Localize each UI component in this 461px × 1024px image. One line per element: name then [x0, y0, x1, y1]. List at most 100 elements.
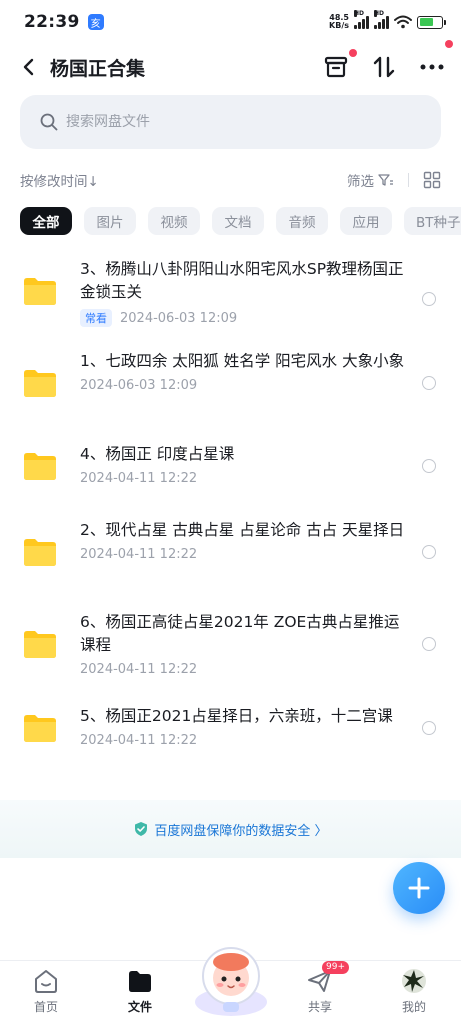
- select-radio[interactable]: [422, 459, 436, 473]
- file-meta: 2024-06-03 12:09: [80, 378, 410, 393]
- file-date: 2024-04-11 12:22: [80, 662, 198, 677]
- search-icon: [40, 113, 58, 131]
- nav-home[interactable]: 首页: [16, 967, 76, 1015]
- file-meta: 2024-04-11 12:22: [80, 662, 410, 677]
- sort-row: 按修改时间↓ 筛选: [20, 168, 441, 192]
- folder-row[interactable]: 3、杨腾山八卦阴阳山水阳宅风水SP教理杨国正金锁玉关 常看 2024-06-03…: [0, 258, 461, 338]
- nav-share[interactable]: 99+ 共享: [290, 961, 350, 1015]
- frequent-tag: 常看: [80, 309, 112, 327]
- file-name: 5、杨国正2021占星择日，六亲班，十二宫课: [80, 707, 393, 725]
- notification-dot: [445, 40, 453, 48]
- home-face-icon: [35, 970, 57, 993]
- header: 杨国正合集: [0, 40, 461, 90]
- category-chips: 全部 图片 视频 文档 音频 应用 BT种子: [20, 207, 461, 235]
- file-date: 2024-04-11 12:22: [80, 471, 198, 486]
- folder-row[interactable]: 2、现代占星 古典占星 占星论命 古占 天星择日 2024-04-11 12:2…: [0, 519, 461, 589]
- status-indicators: 48.5 KB/s HD HD: [329, 10, 446, 30]
- file-info: 2、现代占星 古典占星 占星论命 古占 天星择日 2024-04-11 12:2…: [80, 519, 410, 562]
- sort-controls: 筛选: [347, 170, 441, 190]
- file-info: 6、杨国正高徒占星2021年 ZOE古典占星推运课程 2024-04-11 12…: [80, 611, 410, 677]
- nav-files[interactable]: 文件: [110, 967, 170, 1015]
- nav-me[interactable]: 我的: [384, 967, 444, 1015]
- folder-row[interactable]: 1、七政四余 太阳狐 姓名学 阳宅风水 大象小象 2024-06-03 12:0…: [0, 350, 461, 420]
- file-name: 4、杨国正 印度占星课: [80, 445, 235, 463]
- file-meta: 2024-04-11 12:22: [80, 733, 410, 748]
- grid-view-icon[interactable]: [423, 171, 441, 189]
- folder-icon: [24, 715, 56, 742]
- file-meta: 2024-04-11 12:22: [80, 547, 410, 562]
- battery-icon: [417, 15, 446, 29]
- chip-videos[interactable]: 视频: [148, 207, 200, 235]
- wifi-icon: [394, 15, 412, 29]
- plus-icon: [408, 877, 430, 899]
- select-radio[interactable]: [422, 545, 436, 559]
- file-meta: 常看 2024-06-03 12:09: [80, 309, 410, 327]
- folder-icon: [24, 539, 56, 566]
- filter-funnel-icon: [378, 174, 393, 186]
- avatar: [402, 969, 426, 993]
- network-speed: 48.5 KB/s: [329, 14, 349, 30]
- filter-label: 筛选: [347, 174, 374, 190]
- share-badge: 99+: [322, 961, 349, 974]
- folder-icon: [24, 453, 56, 480]
- file-date: 2024-06-03 12:09: [80, 378, 198, 393]
- more-dots-icon: [420, 64, 444, 70]
- file-name: 6、杨国正高徒占星2021年 ZOE古典占星推运课程: [80, 613, 400, 654]
- file-date: 2024-06-03 12:09: [120, 310, 238, 326]
- status-bar: 22:39 亥 48.5 KB/s HD HD: [0, 0, 461, 44]
- hd-label: HD: [354, 10, 365, 17]
- shield-icon: [135, 822, 148, 836]
- select-radio[interactable]: [422, 376, 436, 390]
- file-name: 1、七政四余 太阳狐 姓名学 阳宅风水 大象小象: [80, 352, 405, 370]
- folder-icon: [24, 631, 56, 658]
- select-radio[interactable]: [422, 637, 436, 651]
- file-info: 1、七政四余 太阳狐 姓名学 阳宅风水 大象小象 2024-06-03 12:0…: [80, 350, 410, 393]
- chip-documents[interactable]: 文档: [212, 207, 264, 235]
- folder-row[interactable]: 6、杨国正高徒占星2021年 ZOE古典占星推运课程 2024-04-11 12…: [0, 611, 461, 681]
- back-button[interactable]: [18, 57, 38, 77]
- archive-box-icon: [324, 56, 348, 78]
- file-info: 4、杨国正 印度占星课 2024-04-11 12:22: [80, 443, 410, 486]
- folder-row[interactable]: 5、杨国正2021占星择日，六亲班，十二宫课 2024-04-11 12:22: [0, 705, 461, 755]
- share-icon-wrap: 99+: [306, 961, 349, 995]
- archive-button[interactable]: [323, 49, 357, 80]
- folder-icon: [24, 370, 56, 397]
- file-info: 5、杨国正2021占星择日，六亲班，十二宫课 2024-04-11 12:22: [80, 705, 410, 748]
- data-security-banner[interactable]: 百度网盘保障你的数据安全 〉: [0, 800, 461, 858]
- more-options-button[interactable]: [419, 40, 453, 80]
- search-input[interactable]: [66, 114, 386, 130]
- chip-bt-torrents[interactable]: BT种子: [404, 207, 461, 235]
- search-bar[interactable]: [20, 95, 441, 149]
- select-radio[interactable]: [422, 721, 436, 735]
- folder-row[interactable]: 4、杨国正 印度占星课 2024-04-11 12:22: [0, 443, 461, 493]
- sort-by-modified-time[interactable]: 按修改时间↓: [20, 170, 99, 190]
- cellular-signal-icon-2: HD: [374, 10, 389, 29]
- sort-order-button[interactable]: [371, 54, 397, 80]
- cellular-signal-icon-1: HD: [354, 10, 369, 29]
- header-actions: [323, 40, 453, 80]
- page-title: 杨国正合集: [50, 57, 146, 80]
- hd-label: HD: [374, 10, 385, 17]
- chip-all[interactable]: 全部: [20, 207, 72, 235]
- chip-images[interactable]: 图片: [84, 207, 136, 235]
- baidu-app-icon: 亥: [87, 14, 104, 30]
- security-text: 百度网盘保障你的数据安全 〉: [154, 823, 328, 839]
- divider: [408, 173, 409, 187]
- nav-home-label: 首页: [33, 1000, 58, 1014]
- nav-me-label: 我的: [401, 1000, 426, 1014]
- mascot-assistant-icon[interactable]: [190, 942, 272, 1018]
- sort-arrows-icon: [373, 56, 395, 78]
- select-radio[interactable]: [422, 292, 436, 306]
- file-name: 2、现代占星 古典占星 占星论命 古占 天星择日: [80, 521, 405, 539]
- status-time: 22:39: [24, 12, 80, 32]
- file-meta: 2024-04-11 12:22: [80, 471, 410, 486]
- add-button[interactable]: [393, 862, 445, 914]
- nav-share-label: 共享: [307, 1000, 332, 1014]
- chevron-left-icon: [23, 58, 34, 76]
- filter-button[interactable]: 筛选: [347, 170, 394, 190]
- network-speed-unit: KB/s: [329, 21, 349, 30]
- file-date: 2024-04-11 12:22: [80, 547, 198, 562]
- chip-audio[interactable]: 音频: [276, 207, 328, 235]
- chip-apps[interactable]: 应用: [340, 207, 392, 235]
- file-info: 3、杨腾山八卦阴阳山水阳宅风水SP教理杨国正金锁玉关 常看 2024-06-03…: [80, 258, 410, 327]
